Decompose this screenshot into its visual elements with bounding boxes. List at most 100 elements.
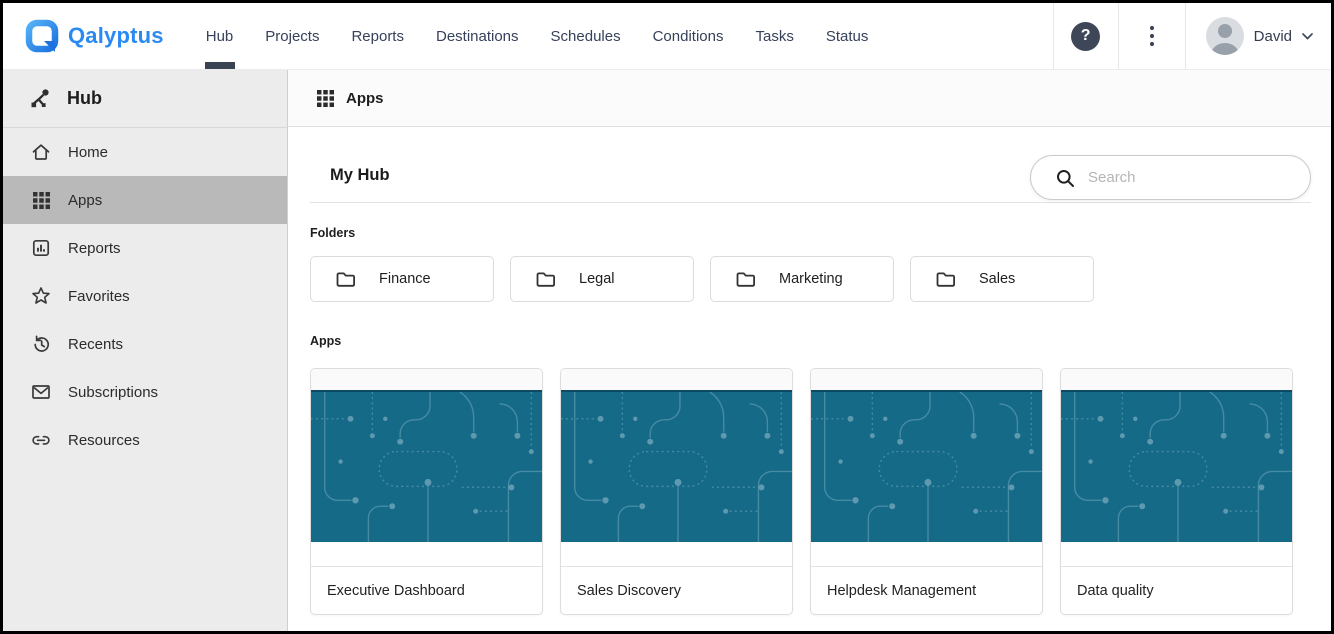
folders-row: Finance Legal Marketing bbox=[310, 256, 1311, 302]
brand-logo[interactable]: Qalyptus bbox=[3, 3, 164, 69]
app-card-mid-strip bbox=[561, 542, 792, 566]
sidebar-item-label: Apps bbox=[68, 192, 102, 209]
circuit-pattern-image bbox=[811, 392, 1042, 542]
app-card-header-strip bbox=[311, 369, 542, 390]
overflow-menu-button[interactable] bbox=[1118, 3, 1185, 69]
top-navigation-bar: Qalyptus Hub Projects Reports Destinatio… bbox=[3, 3, 1331, 70]
qalyptus-logo-icon bbox=[25, 19, 59, 53]
app-thumbnail bbox=[311, 390, 542, 542]
section-title: My Hub bbox=[310, 166, 390, 202]
app-card-footer: Data quality bbox=[1061, 566, 1292, 614]
app-card-mid-strip bbox=[1061, 542, 1292, 566]
kebab-menu-icon bbox=[1149, 25, 1155, 47]
sidebar-item-recents[interactable]: Recents bbox=[3, 320, 287, 368]
folders-label: Folders bbox=[310, 226, 1311, 240]
chevron-down-icon bbox=[1302, 33, 1313, 40]
main-area: Apps My Hub Folders bbox=[288, 70, 1331, 631]
nav-item-tasks[interactable]: Tasks bbox=[739, 3, 809, 69]
circuit-pattern-image bbox=[561, 392, 792, 542]
folder-name: Finance bbox=[379, 271, 431, 287]
my-hub-section-header: My Hub bbox=[310, 127, 1311, 203]
app-card-header-strip bbox=[811, 369, 1042, 390]
sidebar-item-apps[interactable]: Apps bbox=[3, 176, 287, 224]
nav-item-projects[interactable]: Projects bbox=[249, 3, 335, 69]
app-thumbnail bbox=[561, 390, 792, 542]
sidebar-item-reports[interactable]: Reports bbox=[3, 224, 287, 272]
circuit-pattern-image bbox=[1061, 392, 1292, 542]
app-card-footer: Helpdesk Management bbox=[811, 566, 1042, 614]
user-menu[interactable]: David bbox=[1185, 3, 1331, 69]
folder-icon bbox=[335, 269, 356, 289]
search-icon bbox=[1056, 169, 1075, 188]
folder-name: Legal bbox=[579, 271, 614, 287]
history-clock-icon bbox=[31, 334, 51, 354]
avatar bbox=[1206, 17, 1244, 55]
brand-name: Qalyptus bbox=[68, 23, 164, 49]
sidebar-item-label: Reports bbox=[68, 240, 121, 257]
folder-icon bbox=[535, 269, 556, 289]
sidebar-item-label: Home bbox=[68, 144, 108, 161]
sidebar-item-label: Favorites bbox=[68, 288, 130, 305]
app-thumbnail bbox=[811, 390, 1042, 542]
app-title: Sales Discovery bbox=[577, 583, 681, 599]
star-icon bbox=[31, 286, 51, 306]
folder-card-sales[interactable]: Sales bbox=[910, 256, 1094, 302]
sidebar-item-resources[interactable]: Resources bbox=[3, 416, 287, 464]
link-icon bbox=[31, 430, 51, 450]
sidebar: Hub Home Apps bbox=[3, 70, 288, 631]
topbar-right-controls: ? David bbox=[1053, 3, 1331, 69]
search-box bbox=[1030, 155, 1311, 200]
folder-name: Marketing bbox=[779, 271, 843, 287]
hub-icon bbox=[30, 88, 52, 109]
app-card-data-quality[interactable]: Data quality bbox=[1060, 368, 1293, 615]
app-card-helpdesk-management[interactable]: Helpdesk Management bbox=[810, 368, 1043, 615]
nav-item-destinations[interactable]: Destinations bbox=[420, 3, 535, 69]
app-card-header-strip bbox=[561, 369, 792, 390]
envelope-icon bbox=[31, 382, 51, 402]
apps-label: Apps bbox=[310, 334, 1311, 348]
nav-item-reports[interactable]: Reports bbox=[335, 3, 420, 69]
grid-icon bbox=[317, 90, 334, 107]
person-silhouette-icon bbox=[1206, 17, 1244, 55]
grid-icon bbox=[31, 190, 51, 210]
user-name: David bbox=[1254, 28, 1292, 45]
help-button[interactable]: ? bbox=[1053, 3, 1118, 69]
bar-chart-icon bbox=[31, 238, 51, 258]
content: My Hub Folders Fi bbox=[288, 127, 1331, 631]
app-card-header-strip bbox=[1061, 369, 1292, 390]
sidebar-item-home[interactable]: Home bbox=[3, 128, 287, 176]
folder-icon bbox=[735, 269, 756, 289]
sidebar-header: Hub bbox=[3, 70, 287, 128]
app-card-executive-dashboard[interactable]: Executive Dashboard bbox=[310, 368, 543, 615]
app-card-footer: Executive Dashboard bbox=[311, 566, 542, 614]
folder-card-legal[interactable]: Legal bbox=[510, 256, 694, 302]
app-title: Executive Dashboard bbox=[327, 583, 465, 599]
folder-card-finance[interactable]: Finance bbox=[310, 256, 494, 302]
page-header: Apps bbox=[288, 70, 1331, 127]
app-card-footer: Sales Discovery bbox=[561, 566, 792, 614]
nav-item-schedules[interactable]: Schedules bbox=[535, 3, 637, 69]
primary-nav: Hub Projects Reports Destinations Schedu… bbox=[190, 3, 885, 69]
app-card-sales-discovery[interactable]: Sales Discovery bbox=[560, 368, 793, 615]
app-card-mid-strip bbox=[811, 542, 1042, 566]
nav-item-conditions[interactable]: Conditions bbox=[637, 3, 740, 69]
sidebar-item-label: Recents bbox=[68, 336, 123, 353]
page-title: Apps bbox=[346, 90, 384, 107]
help-icon: ? bbox=[1071, 22, 1100, 51]
app-title: Data quality bbox=[1077, 583, 1154, 599]
nav-item-status[interactable]: Status bbox=[810, 3, 885, 69]
folder-name: Sales bbox=[979, 271, 1015, 287]
folder-card-marketing[interactable]: Marketing bbox=[710, 256, 894, 302]
sidebar-title: Hub bbox=[67, 88, 102, 109]
home-icon bbox=[31, 142, 51, 162]
sidebar-item-subscriptions[interactable]: Subscriptions bbox=[3, 368, 287, 416]
circuit-pattern-image bbox=[311, 392, 542, 542]
app-card-mid-strip bbox=[311, 542, 542, 566]
sidebar-item-label: Subscriptions bbox=[68, 384, 158, 401]
nav-item-hub[interactable]: Hub bbox=[190, 3, 250, 69]
app-title: Helpdesk Management bbox=[827, 583, 976, 599]
sidebar-item-favorites[interactable]: Favorites bbox=[3, 272, 287, 320]
folder-icon bbox=[935, 269, 956, 289]
app-thumbnail bbox=[1061, 390, 1292, 542]
apps-row: Executive Dashboard bbox=[310, 368, 1311, 615]
